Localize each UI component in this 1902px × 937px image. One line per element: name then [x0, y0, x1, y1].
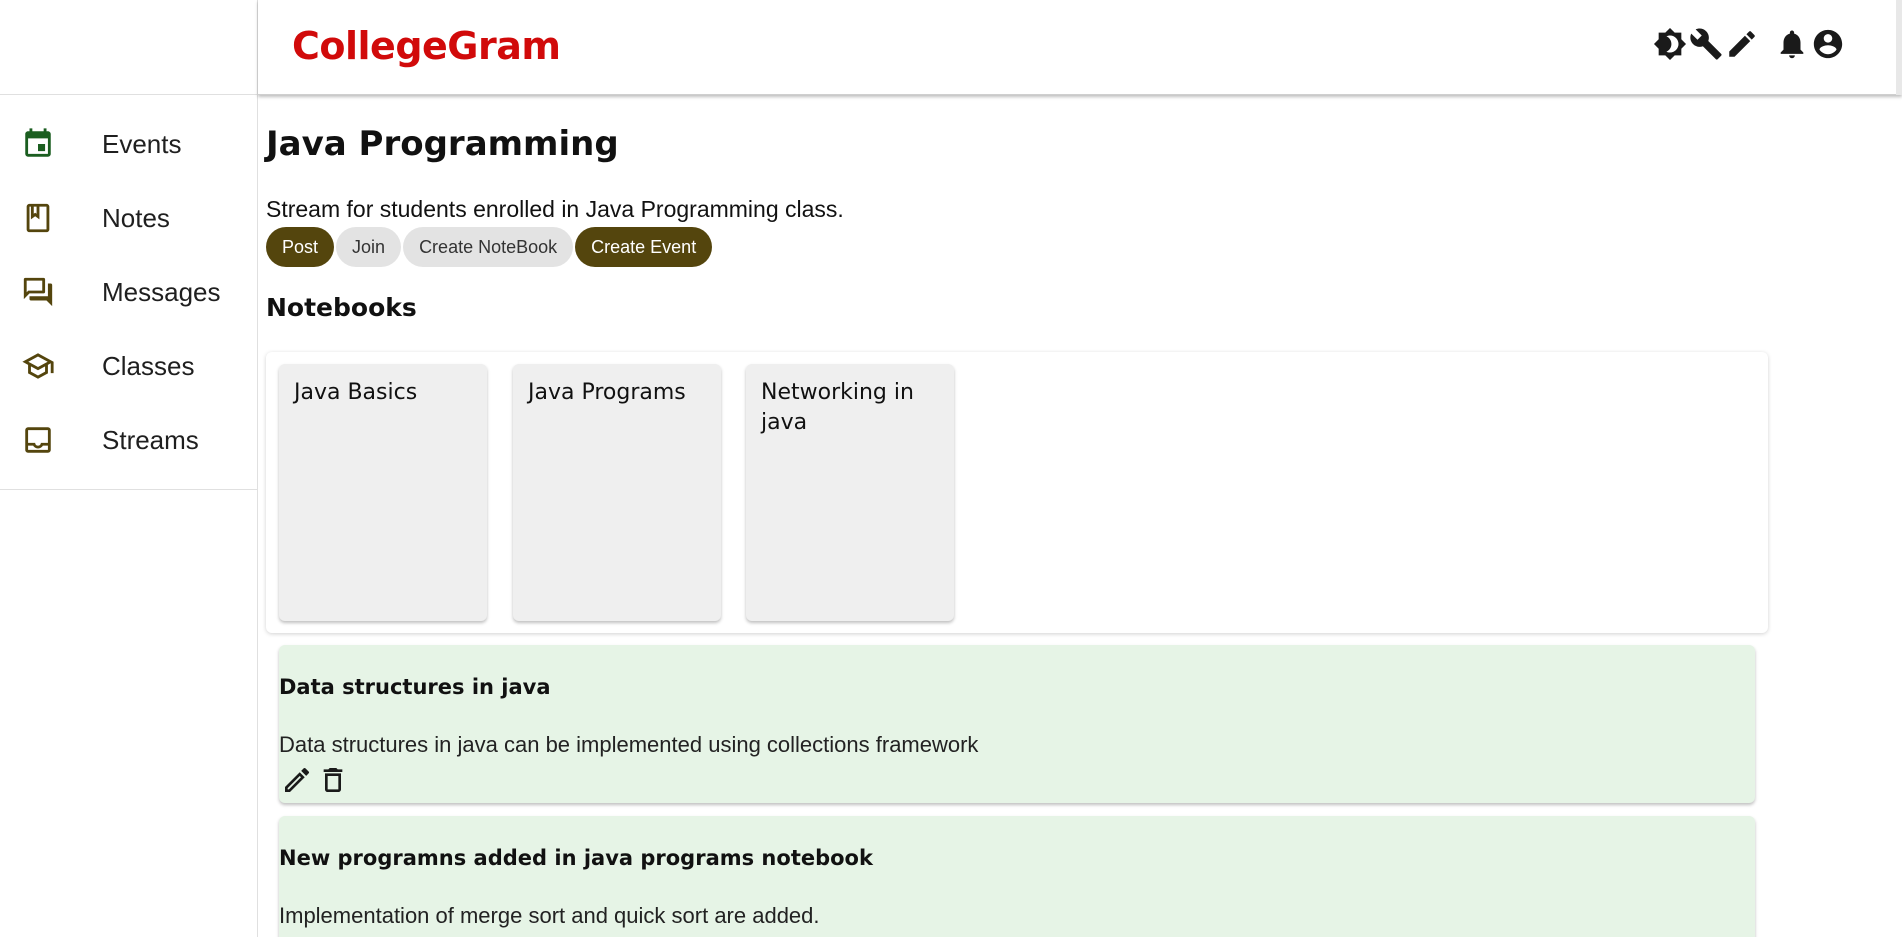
notebook-title: Java Programs: [528, 380, 686, 405]
account-icon[interactable]: [1810, 24, 1846, 64]
notebook-title: Networking in java: [761, 380, 914, 435]
sidebar-item-label: Events: [102, 128, 182, 159]
bookmark-book-icon: [20, 200, 56, 236]
sidebar: Events Notes Messages Classes Streams: [0, 0, 258, 937]
sidebar-item-label: Messages: [102, 276, 221, 307]
post-card: Data structures in java Data structures …: [279, 645, 1755, 803]
post-button[interactable]: Post: [266, 227, 335, 267]
delete-icon[interactable]: [315, 763, 351, 797]
post-body: Data structures in java can be implement…: [279, 732, 979, 757]
sidebar-item-classes[interactable]: Classes: [0, 329, 257, 403]
sidebar-header-spacer: [0, 0, 257, 95]
create-notebook-button[interactable]: Create NoteBook: [403, 227, 574, 267]
sidebar-nav: Events Notes Messages Classes Streams: [0, 95, 257, 490]
sidebar-item-events[interactable]: Events: [0, 107, 257, 181]
sidebar-item-label: Classes: [102, 350, 195, 381]
post-body: Implementation of merge sort and quick s…: [279, 903, 820, 928]
bell-icon[interactable]: [1774, 24, 1810, 64]
brightness-icon[interactable]: [1652, 24, 1688, 64]
page-title: Java Programming: [266, 124, 619, 164]
notebook-card[interactable]: Networking in java: [746, 364, 954, 621]
stream-description: Stream for students enrolled in Java Pro…: [266, 196, 844, 222]
join-button[interactable]: Join: [336, 227, 402, 267]
top-app-bar: CollegeGram: [258, 0, 1902, 95]
post-title: New programns added in java programs not…: [279, 846, 873, 870]
sidebar-item-label: Streams: [102, 424, 199, 455]
sidebar-item-notes[interactable]: Notes: [0, 181, 257, 255]
calendar-icon: [20, 126, 56, 162]
notebooks-panel: Java Basics Java Programs Networking in …: [266, 352, 1768, 633]
notebook-card[interactable]: Java Basics: [279, 364, 487, 621]
notebook-card[interactable]: Java Programs: [513, 364, 721, 621]
post-title: Data structures in java: [279, 675, 551, 699]
post-card: New programns added in java programs not…: [279, 816, 1755, 937]
notebook-title: Java Basics: [294, 380, 418, 405]
school-icon: [20, 348, 56, 384]
pencil-icon[interactable]: [1724, 24, 1760, 64]
post-actions: [279, 763, 351, 797]
sidebar-item-streams[interactable]: Streams: [0, 403, 257, 477]
brand-logo[interactable]: CollegeGram: [292, 24, 561, 68]
stream-actions: Post Join Create NoteBook Create Event: [266, 227, 714, 267]
sidebar-item-label: Notes: [102, 202, 170, 233]
scrollbar-track: [1896, 0, 1902, 95]
forum-icon: [20, 274, 56, 310]
inbox-icon: [20, 422, 56, 458]
wrench-icon[interactable]: [1688, 24, 1724, 64]
edit-icon[interactable]: [279, 763, 315, 797]
sidebar-item-messages[interactable]: Messages: [0, 255, 257, 329]
notebooks-heading: Notebooks: [266, 293, 417, 322]
header-actions: [1652, 24, 1846, 64]
create-event-button[interactable]: Create Event: [575, 227, 713, 267]
